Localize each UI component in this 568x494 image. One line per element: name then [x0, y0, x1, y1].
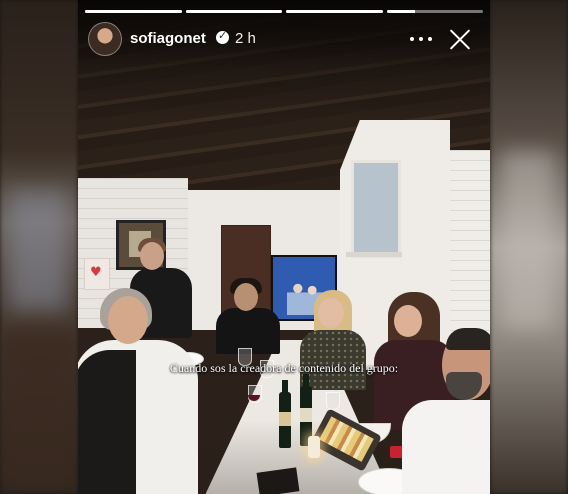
more-options-icon[interactable]	[410, 28, 432, 50]
post-time: 2 h	[235, 30, 256, 47]
heart-sign	[84, 258, 110, 290]
progress-segment	[286, 10, 383, 13]
story-progress-bar	[85, 10, 483, 13]
verified-badge-icon	[216, 29, 229, 44]
story-photo	[78, 0, 490, 494]
window	[351, 160, 401, 258]
wine-glass	[326, 392, 340, 410]
bottle-label	[279, 412, 291, 426]
close-icon[interactable]	[448, 27, 472, 51]
dark-tray	[256, 467, 300, 494]
progress-fill	[185, 10, 282, 13]
window-sill	[346, 252, 402, 257]
username[interactable]: sofiagonet	[130, 30, 206, 47]
backdrop-right	[490, 0, 568, 494]
story-viewer[interactable]: sofiagonet 2 h Cuando sos la creadora de…	[78, 0, 490, 494]
profile-avatar[interactable]	[88, 22, 122, 56]
progress-fill	[286, 10, 383, 13]
progress-segment	[185, 10, 282, 13]
progress-fill	[386, 10, 416, 13]
backdrop-left	[0, 0, 78, 494]
story-header: sofiagonet 2 h	[88, 22, 480, 56]
progress-segment	[85, 10, 182, 13]
progress-fill	[85, 10, 182, 13]
progress-segment	[386, 10, 483, 13]
story-caption: Cuando sos la creadora de contenido del …	[169, 361, 399, 375]
candle	[308, 436, 320, 458]
bottle-label	[300, 408, 312, 422]
